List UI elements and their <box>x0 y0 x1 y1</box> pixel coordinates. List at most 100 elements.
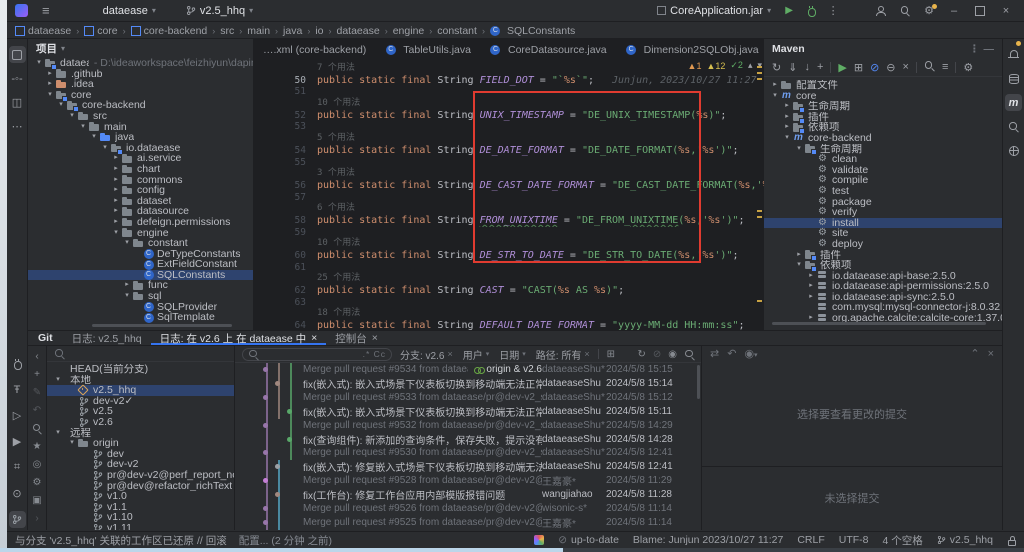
line-ending-selector[interactable]: CRLF <box>797 534 824 546</box>
maven-more-icon[interactable]: ⋮ <box>969 43 980 55</box>
project-item-sql[interactable]: ▾ sql <box>28 291 253 302</box>
expand-arrow-icon[interactable]: ▸ <box>45 79 55 90</box>
project-item-ai.service[interactable]: ▸ ai.service <box>28 153 253 164</box>
compare-icon[interactable]: ⇄ <box>710 347 719 360</box>
preview-icon[interactable]: ▣ <box>32 492 41 508</box>
expand-arrow-icon[interactable]: ▸ <box>806 271 816 282</box>
maven-refresh-icon[interactable]: ↻ <box>772 61 781 74</box>
maven-hscrollbar[interactable] <box>772 322 986 325</box>
maven-item-配置文件[interactable]: ▸ 配置文件 <box>764 80 1002 91</box>
notifications-tool-icon[interactable] <box>1005 41 1022 63</box>
git-tab[interactable]: 日志: 在 v2.6 上 在 dataease 中 × <box>151 331 327 345</box>
branch-v2.5[interactable]: v2.5 <box>47 406 234 417</box>
editor-tab-tableutils-java[interactable]: TableUtils.java <box>376 39 481 60</box>
collapse-arrow-icon[interactable]: ▾ <box>56 100 66 111</box>
maven-skip-tests-icon[interactable]: ⊘ <box>870 61 879 74</box>
branch-v2.5-hhq[interactable]: v2.5_hhq <box>47 385 234 396</box>
more-tool-icon[interactable]: ⋯ <box>9 118 26 135</box>
project-hscrollbar[interactable] <box>92 324 232 327</box>
web-tool-icon[interactable] <box>1005 142 1022 159</box>
collapse-arrow-icon[interactable]: ▾ <box>45 90 55 101</box>
close-icon[interactable]: × <box>447 349 452 359</box>
maven-item-生命周期[interactable]: ▸ 生命周期 <box>764 101 1002 113</box>
maven-item-插件[interactable]: ▸ 插件 <box>764 250 1002 262</box>
commit-row[interactable]: Merge pull request #9532 from dataease/p… <box>235 418 701 432</box>
collapse-arrow-icon[interactable]: ▾ <box>782 133 792 144</box>
maven-item-依赖项[interactable]: ▾ 依赖项 <box>764 260 1002 272</box>
maven-panel-header[interactable]: Maven ⋮ — <box>764 39 1002 58</box>
log-filter-用户[interactable]: 用户 ▾ <box>463 347 490 362</box>
expand-arrow-icon[interactable]: ▸ <box>122 280 132 291</box>
commit-tool-icon[interactable]: -◦- <box>9 70 26 87</box>
expand-arrow-icon[interactable]: ▸ <box>111 196 121 207</box>
maven-item-io.dataease-api-base-2.5.0[interactable]: ▸ io.dataease:api-base:2.5.0 <box>764 271 1002 282</box>
breadcrumb-item-src[interactable]: src <box>220 25 234 37</box>
services-tool-icon[interactable]: ▷ <box>9 407 26 424</box>
branch-v2.6[interactable]: v2.6 <box>47 417 234 428</box>
maven-item-core-backend[interactable]: ▾ core-backend <box>764 133 1002 144</box>
project-item-commons[interactable]: ▸ commons <box>28 175 253 186</box>
collapse-arrow-icon[interactable]: ▾ <box>100 143 110 154</box>
add-icon[interactable]: + <box>34 366 40 382</box>
collapse-icon[interactable]: ‹ <box>35 348 38 364</box>
favorites-icon[interactable]: ★ <box>33 438 42 454</box>
code-area[interactable]: 7 个用法 50 public static final String FIELD_… <box>254 61 764 330</box>
maven-hide-icon[interactable]: — <box>984 43 995 55</box>
collapse-arrow-icon[interactable]: ▾ <box>89 132 99 143</box>
terminal-tool-icon[interactable]: ⌗ <box>9 459 26 476</box>
inspections-widget[interactable]: ▲1 ▲12 ✓2 ▴ ▾ <box>688 60 762 71</box>
breadcrumb-item-main[interactable]: main <box>247 25 270 37</box>
maven-item-插件[interactable]: ▸ 插件 <box>764 112 1002 124</box>
minimize-button[interactable]: – <box>942 2 966 20</box>
maven-item-site[interactable]: site <box>764 228 1002 239</box>
git-tab[interactable]: 控制台 × <box>326 331 387 345</box>
branch-本地[interactable]: ▾ 本地 <box>47 375 234 386</box>
collapse-arrow-icon[interactable]: ▾ <box>794 260 804 271</box>
problems-tool-icon[interactable]: ⊙ <box>9 485 26 502</box>
expand-arrow-icon[interactable]: ▸ <box>111 217 121 228</box>
eye-icon[interactable]: ◉ <box>668 349 677 360</box>
warning-yellow-icon[interactable]: ▲12 <box>706 61 725 71</box>
maven-run-icon[interactable]: ▶ <box>838 61 846 74</box>
branch-search-field[interactable] <box>47 346 234 362</box>
maven-download-icon[interactable]: ↓ <box>804 61 810 73</box>
expand-arrow-icon[interactable]: ▸ <box>782 122 792 133</box>
commit-row[interactable]: Merge pull request #9533 from dataease/p… <box>235 391 701 405</box>
sync-status[interactable]: ⊘ up-to-date <box>558 534 619 546</box>
expand-arrow-icon[interactable]: ▸ <box>794 250 804 261</box>
project-item-main[interactable]: ▾ main <box>28 122 253 133</box>
intellisort-icon[interactable]: ⊘ <box>653 349 661 360</box>
maven-add-icon[interactable]: + <box>817 61 823 73</box>
branch-远程[interactable]: ▾ 远程 <box>47 428 234 439</box>
usages-inlay-hint[interactable]: 25 个用法 <box>254 273 764 285</box>
maven-item-deploy[interactable]: deploy <box>764 239 1002 250</box>
project-item-.github[interactable]: ▸ .github <box>28 69 253 80</box>
project-item-config[interactable]: ▸ config <box>28 185 253 196</box>
maven-item-compile[interactable]: compile <box>764 175 1002 186</box>
find-tool-icon[interactable] <box>1005 118 1022 135</box>
branch-v1.1[interactable]: v1.1 <box>47 502 234 513</box>
maven-item-io.dataease-api-sync-2.5.0[interactable]: ▸ io.dataease:api-sync:2.5.0 <box>764 292 1002 303</box>
maven-item-生命周期[interactable]: ▾ 生命周期 <box>764 144 1002 156</box>
commit-row[interactable]: Merge pull request #9528 from dataease/p… <box>235 474 701 488</box>
project-item-sqltemplate[interactable]: SqlTemplate <box>28 312 253 323</box>
expand-arrow-icon[interactable]: ▸ <box>782 112 792 123</box>
maven-item-install[interactable]: install <box>764 217 1002 229</box>
editor-tab--xml-core-backend-[interactable]: ….xml (core-backend) <box>254 39 376 60</box>
maven-settings-icon[interactable]: ⚙ <box>963 61 973 74</box>
maven-item-clean[interactable]: clean <box>764 154 1002 165</box>
expand-arrow-icon[interactable]: ▸ <box>782 101 792 112</box>
usages-inlay-hint[interactable]: 6 个用法 <box>254 203 764 215</box>
expand-arrow-icon[interactable]: ▸ <box>111 153 121 164</box>
todo-tool-icon[interactable]: Ŧ <box>9 381 26 398</box>
branch-dev[interactable]: dev <box>47 449 234 460</box>
expand-arrow-icon[interactable]: ▸ <box>111 164 121 175</box>
structure-tool-icon[interactable]: ◫ <box>9 94 26 111</box>
branch-v1.10[interactable]: v1.10 <box>47 512 234 523</box>
settings-button[interactable]: ⚙ <box>918 2 940 20</box>
ok-green-icon[interactable]: ✓2 <box>730 60 743 71</box>
close-icon[interactable]: × <box>988 348 994 360</box>
usages-inlay-hint[interactable]: 5 个用法 <box>254 133 764 145</box>
branch-dev-v2[interactable]: dev-v2 <box>47 459 234 470</box>
maven-item-verify[interactable]: verify <box>764 207 1002 218</box>
